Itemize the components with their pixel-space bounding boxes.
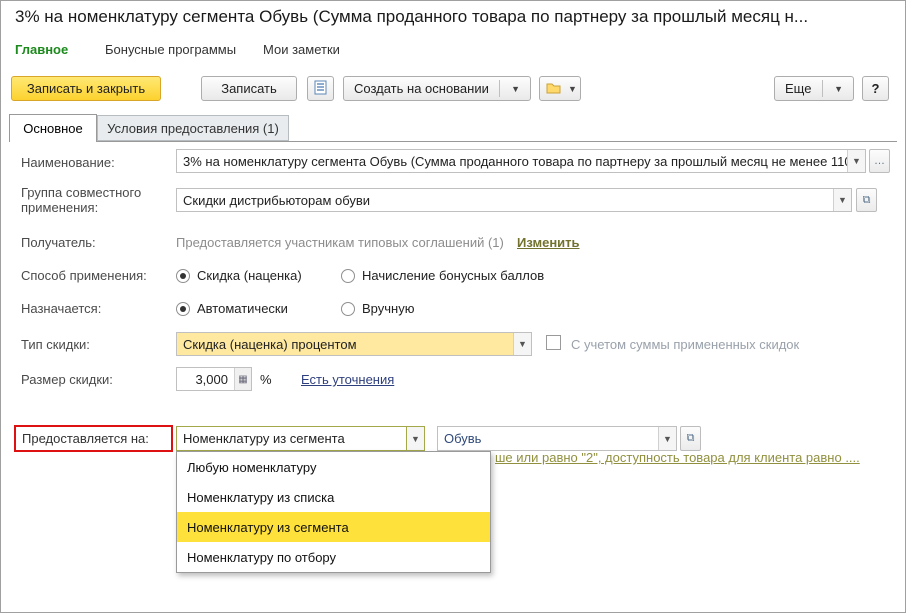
nav-my-notes-link[interactable]: Мои заметки: [263, 42, 340, 57]
clarifications-link[interactable]: Есть уточнения: [301, 372, 394, 387]
discount-type-combo[interactable]: Скидка (наценка) процентом ▼: [176, 332, 532, 356]
group-label-line1: Группа совместного: [21, 185, 141, 200]
chevron-down-icon[interactable]: ▼: [847, 150, 865, 172]
button-divider: [499, 80, 500, 97]
condition-background-text[interactable]: ше или равно "2", доступность товара для…: [495, 450, 860, 465]
chevron-down-icon[interactable]: ▼: [658, 427, 676, 450]
folder-icon: [546, 81, 561, 97]
recipient-label: Получатель:: [21, 235, 96, 250]
dropdown-item-filter[interactable]: Номенклатуру по отбору: [177, 542, 490, 572]
group-open-button[interactable]: ⧉: [856, 188, 877, 212]
chevron-down-icon: ▼: [834, 84, 843, 94]
recipient-text: Предоставляется участникам типовых согла…: [176, 235, 504, 250]
provided-label-box: Предоставляется на:: [14, 425, 173, 452]
provided-on-dropdown-list: Любую номенклатуру Номенклатуру из списк…: [176, 451, 491, 573]
save-and-close-button[interactable]: Записать и закрыть: [11, 76, 161, 101]
radio-discount-markup-label: Скидка (наценка): [197, 268, 302, 283]
segment-combo[interactable]: Обувь ▼: [437, 426, 677, 451]
applied-discounts-label: С учетом суммы примененных скидок: [571, 337, 799, 352]
provided-on-combo[interactable]: Номенклатуру из сегмента ▼: [176, 426, 425, 451]
radio-discount-markup[interactable]: [176, 269, 190, 283]
applied-discounts-checkbox[interactable]: [546, 335, 561, 350]
name-label: Наименование:: [21, 155, 115, 170]
help-button[interactable]: ?: [862, 76, 889, 101]
radio-automatic[interactable]: [176, 302, 190, 316]
nav-bonus-programs-link[interactable]: Бонусные программы: [105, 42, 236, 57]
window-title: 3% на номенклатуру сегмента Обувь (Сумма…: [15, 7, 895, 27]
copy-create-button[interactable]: ▼: [539, 76, 581, 101]
chevron-down-icon[interactable]: ▼: [406, 427, 424, 450]
assign-label: Назначается:: [21, 301, 101, 316]
chevron-down-icon[interactable]: ▼: [833, 189, 851, 211]
change-link[interactable]: Изменить: [517, 235, 580, 250]
method-label: Способ применения:: [21, 268, 147, 283]
chevron-down-icon: ▼: [511, 84, 520, 94]
radio-bonus-points-label: Начисление бонусных баллов: [362, 268, 544, 283]
radio-automatic-label: Автоматически: [197, 301, 288, 316]
percent-label: %: [260, 372, 272, 387]
radio-bonus-points[interactable]: [341, 269, 355, 283]
group-input[interactable]: Скидки дистрибьюторам обуви ▼: [176, 188, 852, 212]
radio-manual[interactable]: [341, 302, 355, 316]
post-document-button[interactable]: [307, 76, 334, 101]
nav-main-link[interactable]: Главное: [15, 42, 68, 57]
type-label: Тип скидки:: [21, 337, 90, 352]
document-lines-icon: [313, 80, 328, 98]
chevron-down-icon: ▼: [568, 84, 577, 94]
name-input[interactable]: 3% на номенклатуру сегмента Обувь (Сумма…: [176, 149, 866, 173]
radio-manual-label: Вручную: [362, 301, 414, 316]
create-based-on-button[interactable]: Создать на основании ▼: [343, 76, 531, 101]
dropdown-item-segment[interactable]: Номенклатуру из сегмента: [177, 512, 490, 542]
tab-main[interactable]: Основное: [9, 114, 97, 142]
name-more-button[interactable]: …: [869, 149, 890, 173]
size-label: Размер скидки:: [21, 372, 113, 387]
dropdown-item-list[interactable]: Номенклатуру из списка: [177, 482, 490, 512]
calculator-icon[interactable]: ▦: [234, 368, 251, 390]
group-label-line2: применения:: [21, 200, 98, 215]
provided-label: Предоставляется на:: [22, 431, 149, 446]
discount-size-input[interactable]: 3,000 ▦: [176, 367, 252, 391]
button-divider: [822, 80, 823, 97]
more-button[interactable]: Еще ▼: [774, 76, 854, 101]
dropdown-item-any[interactable]: Любую номенклатуру: [177, 452, 490, 482]
tab-conditions[interactable]: Условия предоставления (1): [97, 115, 289, 141]
chevron-down-icon[interactable]: ▼: [513, 333, 531, 355]
app-window: 3% на номенклатуру сегмента Обувь (Сумма…: [0, 0, 906, 613]
segment-open-button[interactable]: ⧉: [680, 426, 701, 451]
save-button[interactable]: Записать: [201, 76, 297, 101]
